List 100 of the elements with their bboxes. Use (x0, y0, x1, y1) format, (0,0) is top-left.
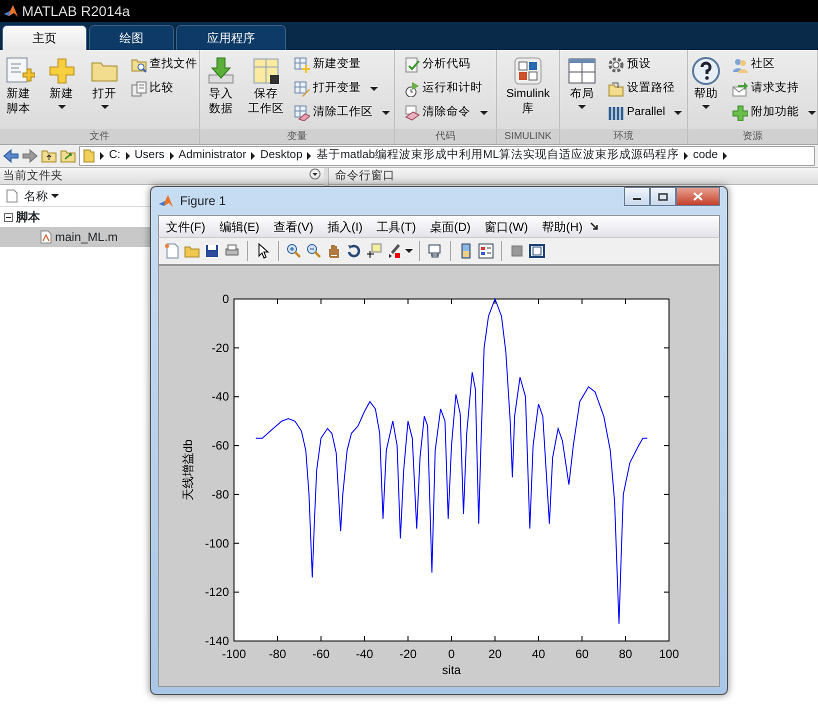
ribbon-tab[interactable]: 应用程序 (176, 25, 286, 50)
grid-eraser-icon (294, 105, 310, 121)
caret-icon[interactable] (405, 249, 413, 253)
ribbon-button[interactable]: 打开 (84, 53, 124, 111)
menu-item[interactable]: 工具(T) (370, 218, 423, 236)
figure-title: Figure 1 (180, 192, 227, 210)
section-label: 变量 (200, 129, 394, 144)
tree-folder-label[interactable]: 脚本 (16, 208, 40, 226)
menu-item[interactable]: 编辑(E) (212, 218, 266, 236)
menu-item[interactable]: 帮助(H) (534, 218, 590, 236)
ribbon-tab[interactable]: 绘图 (89, 25, 174, 50)
ribbon-button[interactable]: 清除命令 (400, 101, 490, 125)
path-separator-icon (126, 152, 130, 160)
rotate-icon[interactable] (346, 243, 362, 259)
tick-label: -100 (204, 536, 229, 550)
legend-icon[interactable] (478, 243, 494, 259)
dropdown-circle-icon[interactable] (309, 168, 321, 180)
path-segment[interactable]: code (692, 147, 718, 165)
dock-arrow-icon[interactable] (590, 222, 599, 231)
forward-arrow-icon[interactable] (22, 149, 38, 163)
tick-label: 40 (532, 647, 546, 661)
ribbon-button[interactable]: 查找文件 (128, 53, 200, 77)
path-separator-icon (722, 152, 727, 160)
section-label: SIMULINK (497, 129, 559, 144)
maximize-button[interactable] (650, 187, 676, 206)
file-name[interactable]: main_ML.m (55, 228, 118, 246)
close-icon (693, 192, 703, 201)
ribbon-button[interactable]: 社区 (729, 53, 818, 77)
ribbon-button[interactable]: 保存 工作区 (244, 53, 288, 119)
ribbon-button[interactable]: 帮助 (686, 53, 726, 111)
tick-label: -60 (212, 438, 229, 453)
ribbon-button[interactable]: 请求支持 (729, 77, 818, 101)
sort-caret-icon (51, 194, 59, 198)
ribbon-button[interactable]: 比较 (128, 77, 200, 101)
ribbon-button[interactable]: 布局 (562, 53, 602, 111)
ribbon-button[interactable]: 新建 脚本 (0, 53, 38, 119)
ribbon-button[interactable]: 运行和计时 (400, 77, 490, 101)
folder-icon (83, 149, 95, 163)
tick-label: 80 (618, 647, 632, 661)
people-icon (732, 57, 748, 73)
tick-label: 20 (488, 647, 502, 661)
menu-item[interactable]: 插入(I) (320, 218, 370, 236)
zoom-in-icon[interactable] (286, 243, 302, 259)
column-header[interactable]: 名称 (24, 186, 59, 204)
section-label: 文件 (0, 129, 199, 144)
path-segment[interactable]: Desktop (260, 147, 302, 165)
menu-item[interactable]: 文件(F) (159, 218, 212, 236)
help-icon (690, 55, 722, 87)
ribbon-button[interactable]: 打开变量 (291, 77, 393, 101)
hide-plot-tools-icon[interactable] (509, 243, 525, 259)
new-figure-icon[interactable] (164, 243, 180, 259)
path-segment[interactable]: Users (134, 147, 165, 165)
brush-icon[interactable] (386, 243, 402, 259)
gear-icon (608, 57, 624, 73)
ribbon-button[interactable]: Parallel (604, 101, 686, 125)
zoom-out-icon[interactable] (306, 243, 322, 259)
path-separator-icon (100, 152, 104, 160)
ribbon-button[interactable]: 设置路径 (604, 77, 686, 101)
ribbon-button[interactable]: 清除工作区 (291, 101, 393, 125)
browse-folder-icon[interactable] (60, 149, 76, 163)
ribbon-tab[interactable]: 主页 (2, 25, 87, 50)
tick-label: 0 (222, 292, 229, 306)
script-file-icon (40, 230, 52, 244)
tick-label: -80 (212, 487, 229, 502)
section-label: 资源 (688, 129, 817, 144)
block-diagram-icon (512, 55, 544, 87)
ribbon-button[interactable]: 附加功能 (729, 101, 818, 125)
matlab-logo-icon (3, 3, 19, 19)
stopwatch-play-icon (404, 81, 420, 97)
ribbon-button[interactable]: Simulink 库 (502, 53, 554, 119)
ribbon-button[interactable]: 分析代码 (400, 53, 490, 77)
ribbon-button[interactable]: 新建 (42, 53, 82, 111)
path-segment[interactable]: C: (109, 147, 120, 165)
menu-item[interactable]: 桌面(D) (422, 218, 478, 236)
data-cursor-icon[interactable] (366, 243, 382, 259)
tick-label: -60 (312, 647, 330, 661)
ribbon-button[interactable]: 新建变量 (291, 53, 393, 77)
ribbon-button[interactable]: 预设 (604, 53, 686, 77)
back-arrow-icon[interactable] (3, 149, 19, 163)
close-button[interactable] (676, 187, 720, 206)
panel-title: 当前文件夹 (3, 168, 63, 184)
menu-item[interactable]: 查看(V) (266, 218, 320, 236)
folder-up-icon[interactable] (41, 149, 57, 163)
minimize-button[interactable] (624, 187, 650, 206)
grid-plus-icon (294, 57, 310, 73)
collapse-toggle-icon[interactable] (4, 212, 13, 222)
section-label: 代码 (395, 129, 496, 144)
panel-title: 命令行窗口 (335, 170, 395, 182)
save-icon[interactable] (204, 243, 220, 259)
window-title: MATLAB R2014a (22, 2, 130, 20)
show-plot-tools-icon[interactable] (529, 243, 545, 259)
path-segment[interactable]: Administrator (178, 147, 246, 165)
matlab-logo-icon (158, 193, 174, 209)
path-segment[interactable]: 基于matlab编程波束形成中利用ML算法实现自适应波束形成源码程序 (316, 147, 679, 165)
tick-label: -40 (212, 390, 229, 404)
ribbon-button[interactable]: 导入 数据 (201, 53, 241, 119)
maximize-icon (658, 192, 668, 200)
tick-label: -80 (268, 647, 286, 661)
menu-item[interactable]: 窗口(W) (478, 218, 535, 236)
folder-search-icon (130, 57, 146, 73)
